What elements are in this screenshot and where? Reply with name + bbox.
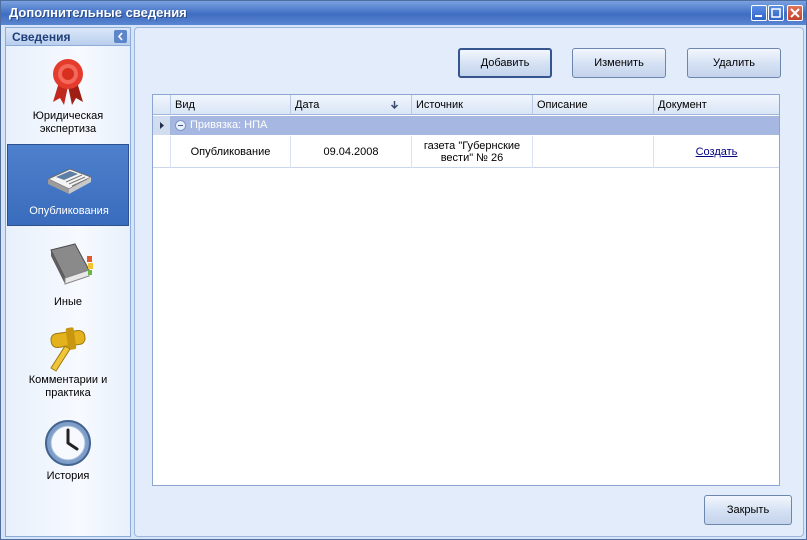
close-dialog-button[interactable]: Закрыть [704, 495, 792, 525]
sidebar-header: Сведения [6, 28, 130, 46]
minimize-button[interactable] [751, 5, 767, 21]
collapse-sidebar-button[interactable] [114, 30, 127, 43]
edit-button[interactable]: Изменить [572, 48, 666, 78]
cell-type: Опубликование [171, 136, 291, 168]
create-document-link[interactable]: Создать [696, 146, 738, 158]
records-grid[interactable]: Вид Дата Источник Описание Документ Прив… [152, 94, 780, 486]
sidebar-item-label: Юридическая экспертиза [32, 110, 104, 135]
sidebar-item-other[interactable]: Иные [7, 234, 129, 312]
column-header-date[interactable]: Дата [291, 95, 412, 115]
group-label: Привязка: НПА [190, 119, 268, 131]
group-row[interactable]: Привязка: НПА [153, 116, 779, 135]
column-header-document[interactable]: Документ [654, 95, 779, 115]
column-header-source[interactable]: Источник [412, 95, 533, 115]
maximize-button[interactable] [768, 5, 784, 21]
gavel-icon [50, 327, 86, 372]
close-icon [790, 8, 800, 18]
window-title: Дополнительные сведения [9, 5, 187, 20]
sidebar-item-label: Иные [53, 296, 82, 308]
chevron-left-icon [117, 32, 123, 41]
sidebar-title: Сведения [12, 30, 71, 44]
cell-description [533, 136, 654, 168]
current-row-arrow-icon [160, 122, 164, 129]
book-icon [50, 243, 93, 285]
collapse-group-button[interactable] [175, 120, 186, 131]
column-header-type[interactable]: Вид [171, 95, 291, 115]
column-header-date-label: Дата [295, 99, 320, 111]
clock-icon [45, 420, 91, 466]
column-header-description[interactable]: Описание [533, 95, 654, 115]
sidebar: Сведения Юридическая экспертиза Опублико… [5, 27, 131, 537]
sidebar-item-history[interactable]: История [7, 412, 129, 488]
dialog-window: Дополнительные сведения Сведения Юридиче… [0, 0, 807, 540]
row-selector-header [153, 95, 171, 115]
sidebar-item-label: Опубликования [29, 205, 109, 217]
close-button[interactable] [787, 5, 803, 21]
add-button[interactable]: Добавить [458, 48, 552, 78]
row-indicator [153, 116, 171, 135]
sidebar-item-label: Комментарии и практика [28, 374, 108, 399]
grid-header: Вид Дата Источник Описание Документ [153, 95, 779, 115]
row-indent [153, 136, 171, 168]
minimize-icon [755, 15, 762, 17]
ribbon-award-icon [53, 59, 83, 105]
newspaper-icon [46, 168, 93, 194]
main-panel: Добавить Изменить Удалить Вид Дата Источ… [134, 27, 804, 537]
sidebar-item-label: История [46, 470, 90, 482]
maximize-icon [771, 8, 781, 18]
cell-document: Создать [654, 136, 779, 168]
cell-date: 09.04.2008 [291, 136, 412, 168]
cell-source: газета "Губернские вести" № 26 [412, 136, 533, 168]
table-row[interactable]: Опубликование 09.04.2008 газета "Губернс… [153, 136, 779, 168]
sort-down-icon [390, 101, 399, 109]
sidebar-item-legal-review[interactable]: Юридическая экспертиза [7, 50, 129, 136]
sidebar-item-comments[interactable]: Комментарии и практика [7, 318, 129, 404]
delete-button[interactable]: Удалить [687, 48, 781, 78]
sidebar-item-publications[interactable]: Опубликования [7, 144, 129, 226]
title-bar: Дополнительные сведения [1, 1, 806, 25]
